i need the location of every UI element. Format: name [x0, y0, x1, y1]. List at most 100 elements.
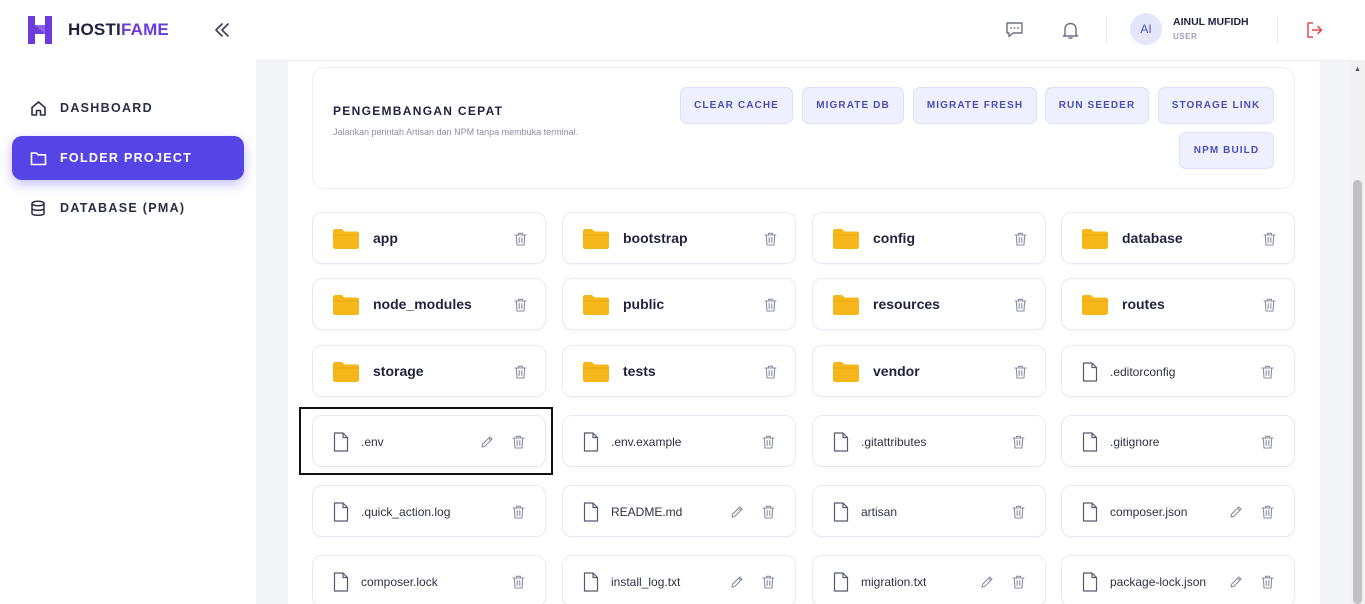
sidebar: HOSTIFAME DASHBOARD FOLDER PROJECT DATAB… — [0, 0, 256, 604]
file-name: artisan — [861, 505, 898, 519]
file-icon — [333, 502, 349, 522]
delete-icon[interactable] — [1261, 296, 1278, 314]
scroll-up-arrow[interactable]: ▲ — [1353, 66, 1362, 74]
folder-name: tests — [623, 363, 656, 379]
delete-icon[interactable] — [762, 230, 779, 248]
bell-icon[interactable] — [1059, 19, 1081, 41]
folder-item-resources[interactable]: resources — [812, 278, 1046, 330]
file-item-install-log-txt[interactable]: install_log.txt — [562, 555, 796, 604]
folder-item-public[interactable]: public — [562, 278, 796, 330]
delete-icon[interactable] — [762, 363, 779, 381]
delete-icon[interactable] — [510, 573, 527, 591]
folder-item-bootstrap[interactable]: bootstrap — [562, 212, 796, 264]
delete-icon[interactable] — [510, 503, 527, 521]
folder-icon — [29, 149, 47, 167]
home-icon — [29, 99, 47, 117]
edit-icon[interactable] — [728, 573, 745, 591]
delete-icon[interactable] — [1259, 503, 1276, 521]
file-item-readme-md[interactable]: README.md — [562, 485, 796, 537]
delete-icon[interactable] — [512, 230, 529, 248]
npm-build-button[interactable]: NPM BUILD — [1179, 132, 1274, 169]
delete-icon[interactable] — [762, 296, 779, 314]
folder-icon — [582, 228, 610, 250]
folder-name: resources — [873, 296, 940, 312]
file-item-migration-txt[interactable]: migration.txt — [812, 555, 1046, 604]
file-name: .env.example — [611, 435, 682, 449]
file-icon — [583, 432, 599, 452]
sidebar-item-label: FOLDER PROJECT — [60, 151, 193, 165]
edit-icon[interactable] — [478, 433, 495, 451]
folder-item-routes[interactable]: routes — [1061, 278, 1295, 330]
delete-icon[interactable] — [512, 363, 529, 381]
sidebar-item-folder-project[interactable]: FOLDER PROJECT — [12, 136, 244, 180]
folder-icon — [832, 228, 860, 250]
file-item-gitignore[interactable]: .gitignore — [1061, 415, 1295, 467]
top-header: AI AINUL MUFIDH USER — [256, 0, 1365, 61]
file-name: .gitattributes — [861, 435, 927, 449]
user-name: AINUL MUFIDH — [1173, 16, 1249, 28]
quick-actions-title: PENGEMBANGAN CEPAT — [333, 104, 504, 118]
avatar[interactable]: AI — [1130, 13, 1162, 45]
file-item-artisan[interactable]: artisan — [812, 485, 1046, 537]
file-icon — [1082, 362, 1098, 382]
edit-icon[interactable] — [728, 503, 745, 521]
delete-icon[interactable] — [760, 573, 777, 591]
folder-item-vendor[interactable]: vendor — [812, 345, 1046, 397]
edit-icon[interactable] — [978, 573, 995, 591]
delete-icon[interactable] — [512, 296, 529, 314]
file-item-env-example[interactable]: .env.example — [562, 415, 796, 467]
folder-icon — [1081, 228, 1109, 250]
delete-icon[interactable] — [1012, 230, 1029, 248]
file-name: composer.lock — [361, 575, 438, 589]
file-icon — [833, 432, 849, 452]
logout-icon[interactable] — [1303, 19, 1325, 41]
migrate-db-button[interactable]: MIGRATE DB — [802, 87, 904, 124]
delete-icon[interactable] — [1010, 573, 1027, 591]
delete-icon[interactable] — [1259, 433, 1276, 451]
folder-item-database[interactable]: database — [1061, 212, 1295, 264]
delete-icon[interactable] — [1259, 573, 1276, 591]
migrate-fresh-button[interactable]: MIGRATE FRESH — [913, 87, 1037, 124]
folder-item-config[interactable]: config — [812, 212, 1046, 264]
file-item-editorconfig[interactable]: .editorconfig — [1061, 345, 1295, 397]
brand[interactable]: HOSTIFAME — [26, 14, 169, 46]
delete-icon[interactable] — [1012, 363, 1029, 381]
clear-cache-button[interactable]: CLEAR CACHE — [680, 87, 793, 124]
file-item-gitattributes[interactable]: .gitattributes — [812, 415, 1046, 467]
file-item-env[interactable]: .env — [312, 415, 546, 467]
folder-item-storage[interactable]: storage — [312, 345, 546, 397]
file-item-composer-lock[interactable]: composer.lock — [312, 555, 546, 604]
header-divider — [1277, 17, 1278, 43]
file-item-package-lock-json[interactable]: package-lock.json — [1061, 555, 1295, 604]
delete-icon[interactable] — [760, 433, 777, 451]
edit-icon[interactable] — [1227, 503, 1244, 521]
file-item-composer-json[interactable]: composer.json — [1061, 485, 1295, 537]
header-divider — [1106, 17, 1107, 43]
collapse-sidebar-button[interactable] — [211, 19, 233, 41]
edit-icon[interactable] — [1227, 573, 1244, 591]
folder-name: bootstrap — [623, 230, 688, 246]
delete-icon[interactable] — [1010, 503, 1027, 521]
file-icon — [583, 502, 599, 522]
folder-item-node-modules[interactable]: node_modules — [312, 278, 546, 330]
delete-icon[interactable] — [1010, 433, 1027, 451]
delete-icon[interactable] — [510, 433, 527, 451]
brand-name: HOSTIFAME — [68, 20, 169, 40]
file-icon — [1082, 502, 1098, 522]
sidebar-nav: DASHBOARD FOLDER PROJECT DATABASE (PMA) — [12, 86, 244, 236]
scrollbar-thumb[interactable] — [1353, 180, 1362, 604]
sidebar-item-database[interactable]: DATABASE (PMA) — [12, 186, 244, 230]
folder-item-tests[interactable]: tests — [562, 345, 796, 397]
file-item-quick-action-log[interactable]: .quick_action.log — [312, 485, 546, 537]
folder-item-app[interactable]: app — [312, 212, 546, 264]
run-seeder-button[interactable]: RUN SEEDER — [1045, 87, 1149, 124]
file-icon — [333, 572, 349, 592]
delete-icon[interactable] — [1259, 363, 1276, 381]
sidebar-item-dashboard[interactable]: DASHBOARD — [12, 86, 244, 130]
delete-icon[interactable] — [1261, 230, 1278, 248]
delete-icon[interactable] — [760, 503, 777, 521]
chevrons-left-icon — [215, 23, 229, 37]
delete-icon[interactable] — [1012, 296, 1029, 314]
storage-link-button[interactable]: STORAGE LINK — [1158, 87, 1274, 124]
chat-icon[interactable] — [1003, 19, 1025, 41]
